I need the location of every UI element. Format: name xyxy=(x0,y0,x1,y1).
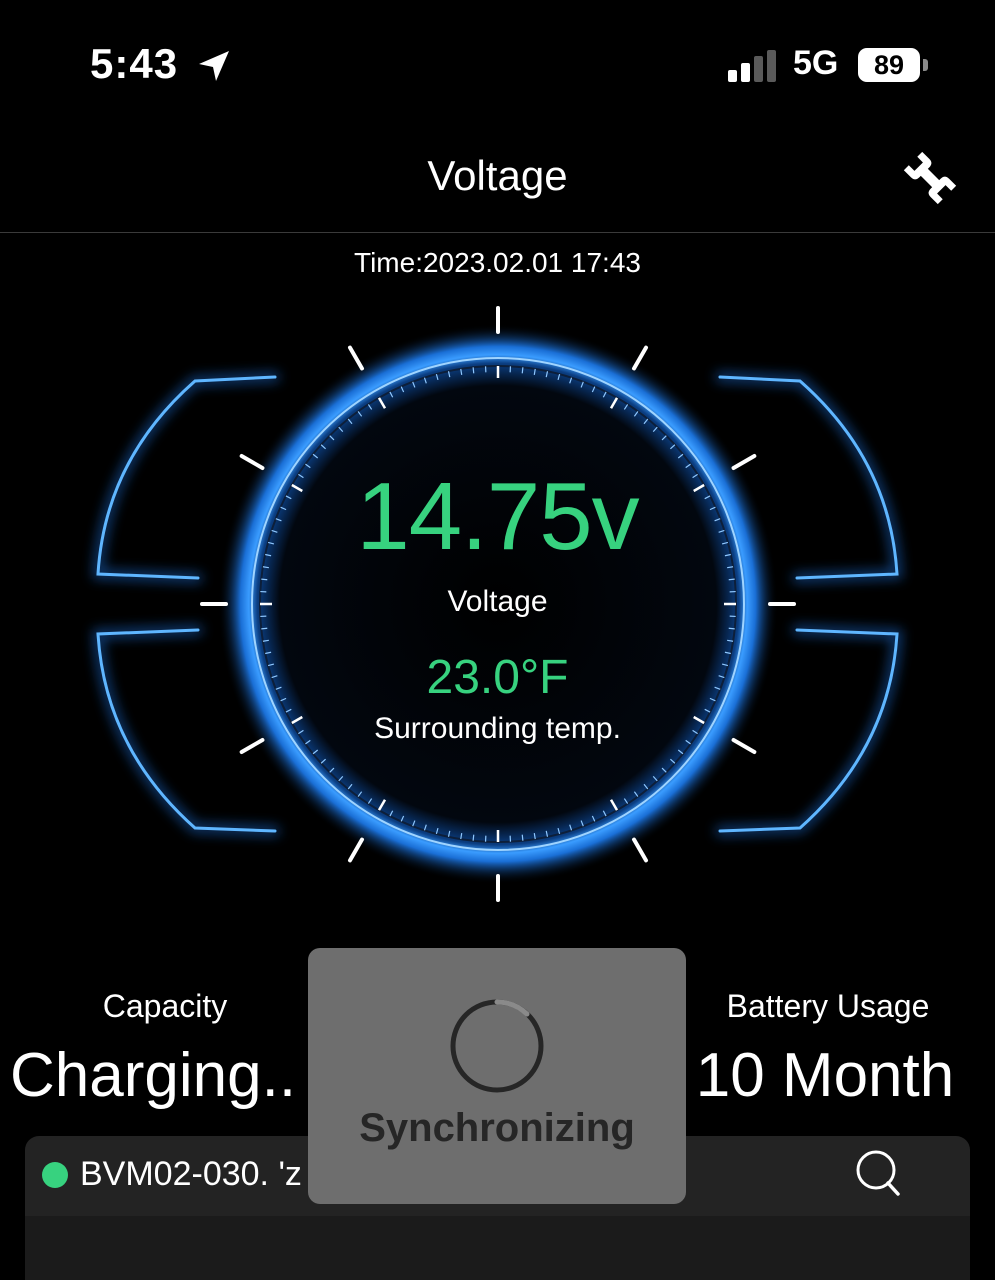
wrench-icon[interactable] xyxy=(902,150,958,206)
voltage-label: Voltage xyxy=(447,585,548,618)
nav-divider xyxy=(0,232,995,233)
location-arrow-icon xyxy=(199,51,229,81)
device-name[interactable]: BVM02-030. 'z xyxy=(80,1155,302,1194)
temperature-value: 23.0°F xyxy=(426,651,569,704)
battery-level: 89 xyxy=(873,50,905,80)
loading-spinner-icon xyxy=(450,999,544,1093)
gauge-tick xyxy=(728,627,735,630)
gauge-tick xyxy=(472,834,475,841)
sync-label: Synchronizing xyxy=(359,1106,635,1150)
battery-usage-value: 10 Month xyxy=(695,1041,955,1110)
connection-status-dot xyxy=(42,1162,68,1188)
gauge-tick xyxy=(521,367,524,374)
network-type: 5G xyxy=(793,44,839,82)
gauge-tick xyxy=(728,578,735,581)
gauge-tick xyxy=(472,367,475,374)
reading-timestamp: Time:2023.02.01 17:43 xyxy=(354,247,641,278)
search-icon[interactable] xyxy=(852,1148,904,1200)
page-title: Voltage xyxy=(427,152,568,199)
capacity-label: Capacity xyxy=(102,988,228,1024)
status-time: 5:43 xyxy=(90,40,179,87)
voltage-value: 14.75v xyxy=(356,463,639,570)
capacity-value: Charging.. xyxy=(10,1041,297,1110)
gauge-tick xyxy=(521,834,524,841)
device-panel xyxy=(25,1216,970,1280)
battery-indicator: 89 xyxy=(858,48,930,82)
temperature-label: Surrounding temp. xyxy=(374,712,621,745)
gauge-tick xyxy=(261,627,268,630)
battery-usage-label: Battery Usage xyxy=(726,988,930,1024)
gauge-tick xyxy=(261,578,268,581)
cellular-signal-icon xyxy=(728,50,776,82)
